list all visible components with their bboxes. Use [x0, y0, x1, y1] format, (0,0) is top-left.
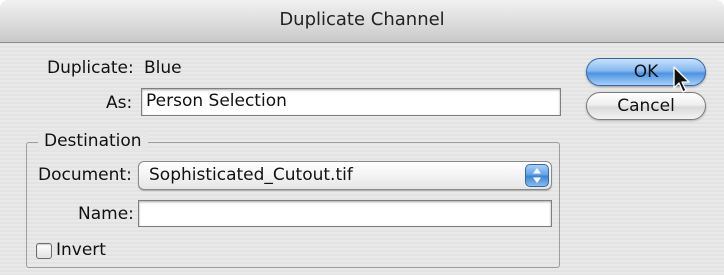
name-input[interactable] — [138, 200, 552, 227]
duplicate-label: Duplicate: — [47, 58, 134, 78]
invert-checkbox[interactable] — [36, 243, 52, 259]
document-popup[interactable]: Sophisticated_Cutout.tif — [138, 161, 552, 190]
as-name-input[interactable]: Person Selection — [141, 88, 561, 116]
as-label: As: — [106, 93, 133, 113]
name-label: Name: — [78, 204, 134, 224]
destination-group-title: Destination — [38, 131, 148, 151]
mouse-pointer-icon — [672, 66, 692, 94]
up-down-arrows-icon[interactable] — [525, 164, 549, 187]
duplicate-source-value: Blue — [144, 58, 182, 78]
duplicate-channel-dialog: Duplicate Channel Duplicate: Blue As: Pe… — [0, 0, 724, 275]
window-title: Duplicate Channel — [279, 9, 445, 30]
document-popup-value: Sophisticated_Cutout.tif — [149, 165, 353, 185]
cancel-button[interactable]: Cancel — [586, 92, 706, 120]
invert-label[interactable]: Invert — [56, 240, 106, 260]
title-bar[interactable]: Duplicate Channel — [0, 0, 724, 43]
document-label: Document: — [38, 165, 132, 185]
